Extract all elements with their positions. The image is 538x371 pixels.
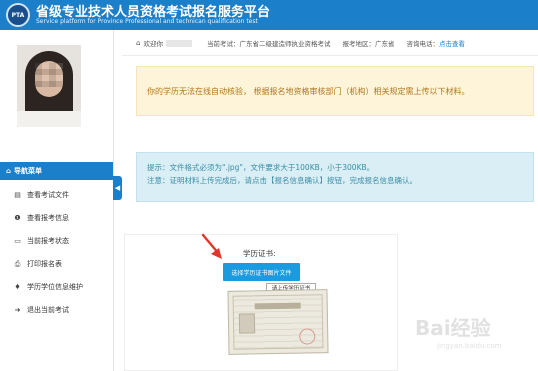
phone-link[interactable]: 点击查看	[439, 38, 465, 48]
home-icon: ⌂	[136, 39, 141, 47]
sidebar-item-exam-files[interactable]: ▤ 查看考试文件	[0, 185, 113, 205]
region-value: 广东省	[374, 40, 395, 48]
sidebar-item-current-status[interactable]: ▭ 当前报考状态	[0, 231, 113, 251]
site-subtitle: Service platform for Province Profession…	[36, 18, 258, 25]
exam-label: 当前考试：	[206, 40, 240, 48]
nav-menu-title: 导航菜单	[14, 167, 43, 175]
sidebar-item-label: 查看考试文件	[27, 191, 69, 199]
sidebar-item-label: 学历学位信息维护	[27, 283, 83, 291]
certificate-preview-image	[227, 289, 329, 355]
sidebar-collapse-toggle[interactable]: ◀	[113, 176, 122, 200]
certificate-label: 学历证书:	[243, 249, 276, 258]
home-icon: ⌂	[6, 167, 12, 175]
red-arrow-icon	[201, 233, 222, 259]
sidebar-item-label: 退出当前考试	[27, 306, 69, 314]
select-certificate-file-button[interactable]: 选择学历证书图片文件	[223, 263, 300, 281]
region-label: 报考地区：	[342, 40, 375, 48]
printer-icon: ⎙	[14, 259, 21, 268]
sidebar-item-label: 当前报考状态	[27, 237, 69, 245]
divider	[122, 55, 538, 56]
avatar	[17, 45, 81, 127]
logo: PTA	[6, 3, 30, 27]
document-icon: ▤	[14, 191, 21, 199]
sidebar-item-print-form[interactable]: ⎙ 打印报名表	[0, 254, 113, 274]
sidebar: ⌂ 导航菜单 ▤ 查看考试文件 ❶ 查看报考信息 ▭ 当前报考状态 ⎙ 打印报名…	[0, 30, 114, 371]
watermark-url: jingyan.baidu.com	[437, 342, 502, 350]
monitor-icon: ▭	[14, 237, 21, 245]
username-redacted	[165, 39, 192, 47]
watermark-brand: Bai经验	[415, 316, 491, 340]
graduation-cap-icon: ♦	[14, 283, 21, 291]
sidebar-item-label: 查看报考信息	[27, 214, 69, 222]
header-bar: PTA 省级专业技术人员资格考试报名服务平台 Service platform …	[0, 0, 538, 30]
welcome-text: 欢迎你	[143, 40, 163, 48]
sidebar-item-label: 打印报名表	[27, 260, 62, 268]
sidebar-item-registration-info[interactable]: ❶ 查看报考信息	[0, 208, 113, 228]
nav-menu-header: ⌂ 导航菜单	[0, 162, 113, 180]
info-bar: ⌂ 欢迎你 当前考试： 广东省二级建造师执业资格考试 报考地区： 广东省 咨询电…	[136, 37, 465, 49]
baidu-watermark: Bai经验 jingyan.baidu.com	[415, 312, 535, 362]
tip-line-format: 提示：文件格式必须为".jpg"，文件要求大于100KB，小于300KB。	[147, 163, 375, 172]
chevron-left-icon: ◀	[114, 184, 121, 192]
warning-text: 你的学历无法在线自动核验， 根据报名地资格审核部门（机构）相关规定需上传以下材料…	[147, 86, 470, 96]
sidebar-item-degree-maintenance[interactable]: ♦ 学历学位信息维护	[0, 277, 113, 297]
info-icon: ❶	[14, 214, 21, 222]
sidebar-item-exit-exam[interactable]: ➜ 退出当前考试	[0, 300, 113, 320]
exit-icon: ➜	[14, 306, 21, 314]
phone-label: 咨询电话：	[406, 40, 439, 48]
exam-value: 广东省二级建造师执业资格考试	[239, 40, 331, 48]
warning-alert: 你的学历无法在线自动核验， 根据报名地资格审核部门（机构）相关规定需上传以下材料…	[136, 66, 534, 116]
tips-alert: 提示：文件格式必须为".jpg"，文件要求大于100KB，小于300KB。 注意…	[136, 152, 534, 202]
tip-line-notice: 注意：证明材料上传完成后，请点击【报名信息确认】按钮，完成报名信息确认。	[147, 176, 417, 185]
